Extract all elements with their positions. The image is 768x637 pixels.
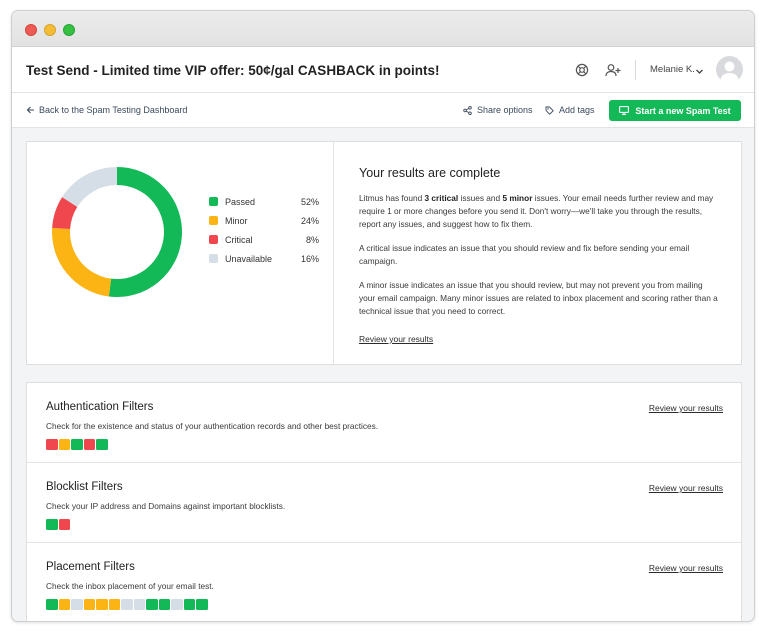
filter-title: Blocklist Filters	[46, 481, 123, 493]
legend-item-minor: Minor 24%	[209, 211, 319, 230]
legend-percent: 52%	[300, 196, 319, 207]
legend-percent: 8%	[305, 234, 319, 245]
status-square-passed	[196, 599, 208, 610]
status-square-unavailable	[71, 599, 83, 610]
add-tags-button[interactable]: Add tags	[545, 105, 595, 115]
share-options-label: Share options	[477, 105, 533, 115]
filters-card: Authentication Filters Check for the exi…	[26, 382, 742, 621]
status-square-passed	[158, 599, 170, 610]
help-lifebuoy-icon[interactable]	[573, 61, 591, 79]
legend-label: Unavailable	[225, 253, 273, 264]
tag-icon	[545, 106, 554, 115]
status-square-passed	[96, 439, 108, 450]
review-results-link[interactable]: Review your results	[359, 334, 433, 344]
filter-description: Check the inbox placement of your email …	[46, 581, 214, 591]
filter-section-placement: Placement Filters Check the inbox placem…	[27, 543, 741, 621]
donut-slice-passed	[108, 167, 182, 297]
status-square-passed	[46, 519, 58, 530]
start-new-spam-test-label: Start a new Spam Test	[635, 105, 731, 116]
filter-description: Check for the existence and status of yo…	[46, 421, 379, 431]
browser-window: Test Send - Limited time VIP offer: 50¢/…	[11, 10, 755, 622]
add-user-icon[interactable]	[604, 61, 622, 79]
legend-item-critical: Critical 8%	[209, 230, 319, 249]
summary-text: Litmus has found	[359, 193, 425, 203]
status-square-minor	[96, 599, 108, 610]
chevron-down-icon[interactable]	[695, 63, 704, 81]
critical-count: 3 critical	[424, 193, 459, 203]
status-square-minor	[83, 599, 95, 610]
add-tags-label: Add tags	[559, 105, 595, 115]
minor-count: 5 minor	[502, 193, 533, 203]
start-new-spam-test-button[interactable]: Start a new Spam Test	[609, 100, 741, 121]
monitor-icon	[619, 106, 630, 115]
results-heading: Your results are complete	[359, 166, 501, 180]
legend-label: Passed	[225, 196, 256, 207]
filter-title: Authentication Filters	[46, 401, 154, 413]
review-results-link[interactable]: Review your results	[649, 563, 723, 573]
legend-label: Critical	[225, 234, 253, 245]
legend-item-unavailable: Unavailable 16%	[209, 249, 319, 268]
donut-slice-minor	[51, 227, 112, 297]
sub-toolbar: Back to the Spam Testing Dashboard Share…	[12, 93, 754, 128]
arrow-left-icon	[26, 106, 34, 114]
status-square-passed	[46, 599, 58, 610]
maximize-window-button[interactable]	[63, 24, 75, 36]
status-square-minor	[58, 599, 70, 610]
avatar[interactable]	[716, 56, 743, 83]
status-square-minor	[58, 439, 70, 450]
filter-section-blocklist: Blocklist Filters Check your IP address …	[27, 463, 741, 543]
status-square-unavailable	[171, 599, 183, 610]
filter-status-squares	[46, 519, 70, 530]
summary-text: issues and	[458, 193, 503, 203]
chart-legend: Passed 52% Minor 24% Critical 8% Unavail…	[209, 192, 319, 268]
donut-slice-unavailable	[62, 167, 117, 207]
results-summary-paragraph: Litmus has found 3 critical issues and 5…	[359, 192, 719, 231]
status-square-critical	[83, 439, 95, 450]
user-menu-name[interactable]: Melanie K.	[650, 64, 695, 75]
filter-section-authentication: Authentication Filters Check for the exi…	[27, 383, 741, 463]
status-square-passed	[146, 599, 158, 610]
results-text-panel: Your results are complete Litmus has fou…	[359, 166, 719, 347]
legend-swatch	[209, 235, 218, 244]
window-titlebar	[12, 11, 754, 47]
status-square-critical	[46, 439, 58, 450]
minor-explanation: A minor issue indicates an issue that yo…	[359, 280, 718, 316]
back-link-label: Back to the Spam Testing Dashboard	[39, 105, 188, 115]
status-square-critical	[58, 519, 70, 530]
filter-title: Placement Filters	[46, 561, 135, 573]
review-results-link[interactable]: Review your results	[649, 403, 723, 413]
page-header: Test Send - Limited time VIP offer: 50¢/…	[12, 47, 754, 93]
page-title: Test Send - Limited time VIP offer: 50¢/…	[26, 63, 440, 78]
legend-swatch	[209, 254, 218, 263]
critical-explanation: A critical issue indicates an issue that…	[359, 243, 690, 266]
results-donut-chart	[51, 167, 182, 297]
status-square-unavailable	[121, 599, 133, 610]
legend-percent: 16%	[300, 253, 319, 264]
header-divider	[635, 60, 636, 80]
close-window-button[interactable]	[25, 24, 37, 36]
legend-swatch	[209, 216, 218, 225]
share-options-button[interactable]: Share options	[463, 105, 533, 115]
filter-status-squares	[46, 439, 108, 450]
review-results-link[interactable]: Review your results	[649, 483, 723, 493]
legend-swatch	[209, 197, 218, 206]
legend-label: Minor	[225, 215, 248, 226]
status-square-unavailable	[133, 599, 145, 610]
filter-status-squares	[46, 599, 208, 610]
legend-item-passed: Passed 52%	[209, 192, 319, 211]
results-summary-card: Passed 52% Minor 24% Critical 8% Unavail…	[26, 141, 742, 365]
results-chart-panel: Passed 52% Minor 24% Critical 8% Unavail…	[27, 142, 334, 364]
status-square-minor	[108, 599, 120, 610]
status-square-passed	[183, 599, 195, 610]
back-to-dashboard-link[interactable]: Back to the Spam Testing Dashboard	[26, 105, 187, 115]
share-icon	[463, 105, 472, 115]
minimize-window-button[interactable]	[44, 24, 56, 36]
filter-description: Check your IP address and Domains agains…	[46, 501, 286, 511]
legend-percent: 24%	[300, 215, 319, 226]
status-square-passed	[71, 439, 83, 450]
